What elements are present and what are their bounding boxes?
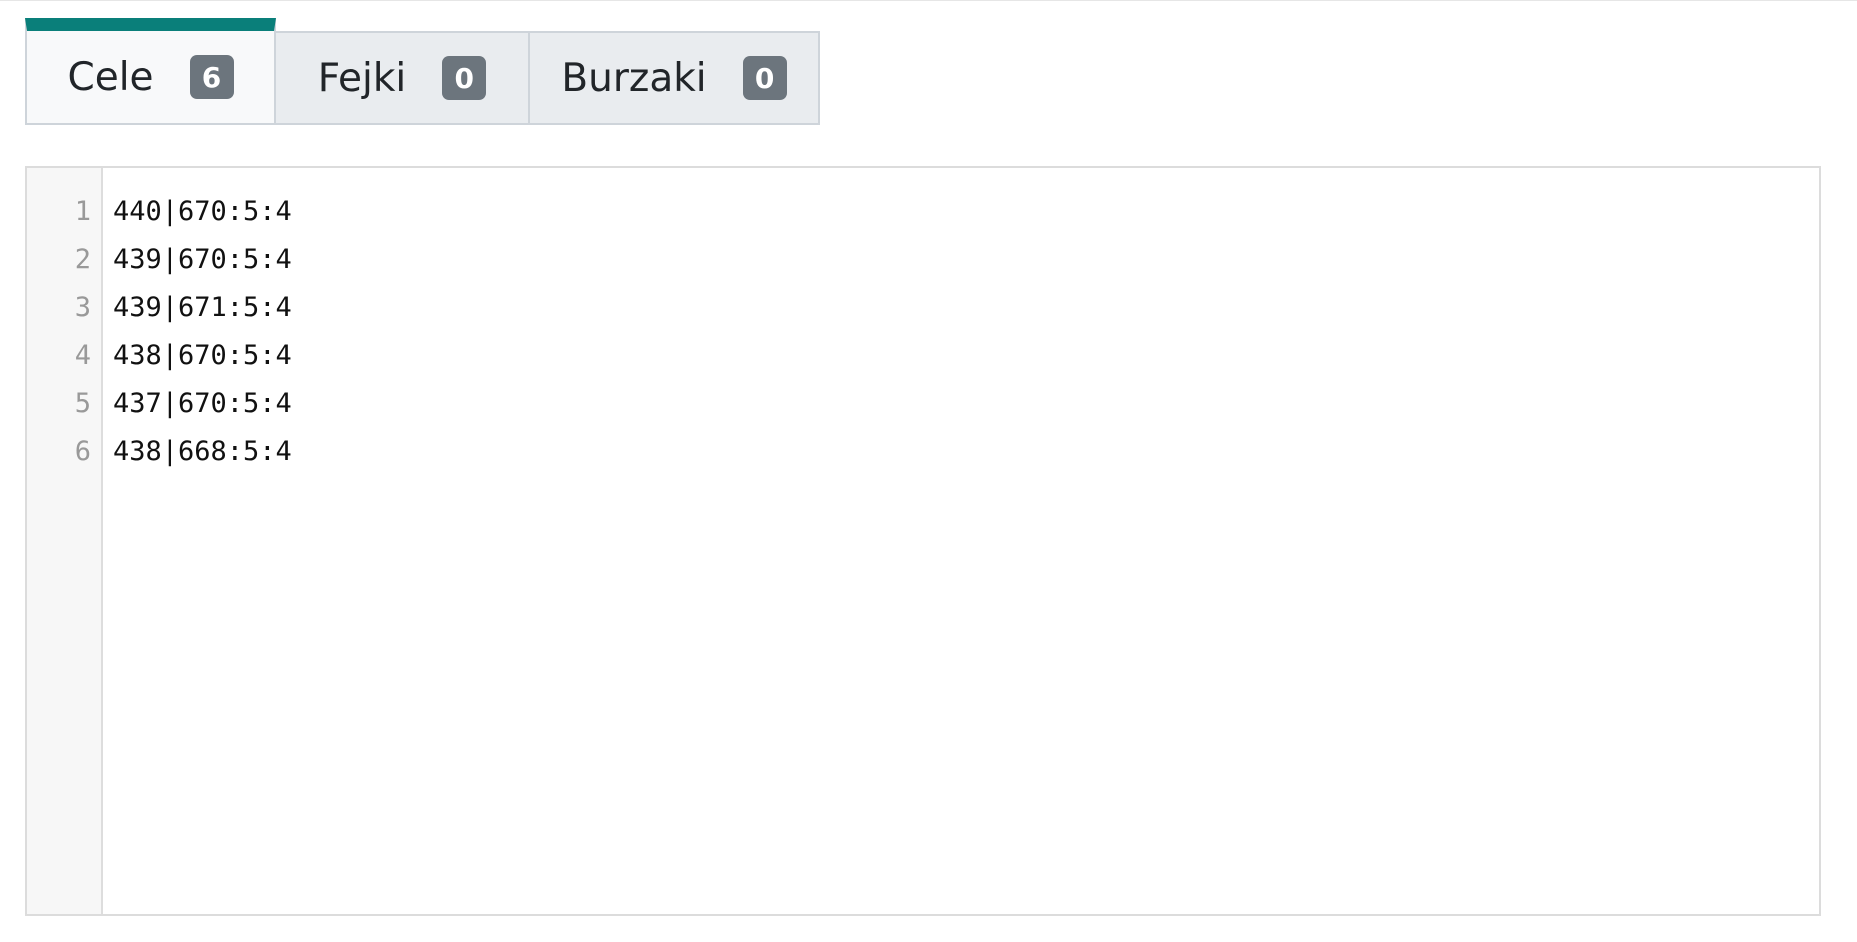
- code-line[interactable]: 438|670:5:4: [113, 332, 1819, 380]
- tab-burzaki[interactable]: Burzaki 0: [528, 31, 820, 125]
- tab-cele[interactable]: Cele 6: [25, 18, 276, 125]
- tab-bar: Cele 6 Fejki 0 Burzaki 0: [25, 18, 820, 125]
- tab-fejki[interactable]: Fejki 0: [274, 31, 530, 125]
- code-area[interactable]: 440|670:5:4 439|670:5:4 439|671:5:4 438|…: [103, 168, 1819, 914]
- line-number: 2: [74, 244, 91, 275]
- tab-label: Fejki: [317, 55, 407, 101]
- line-number: 1: [74, 196, 91, 227]
- count-badge: 0: [442, 56, 487, 100]
- code-line[interactable]: 439|670:5:4: [113, 236, 1819, 284]
- line-number: 6: [74, 436, 91, 467]
- line-number: 3: [74, 292, 91, 323]
- tab-label: Burzaki: [561, 55, 707, 101]
- count-badge: 0: [742, 56, 787, 100]
- code-line[interactable]: 440|670:5:4: [113, 188, 1819, 236]
- code-line[interactable]: 438|668:5:4: [113, 428, 1819, 476]
- code-line[interactable]: 439|671:5:4: [113, 284, 1819, 332]
- line-number: 4: [74, 340, 91, 371]
- code-editor[interactable]: 1 2 3 4 5 6 440|670:5:4 439|670:5:4 439|…: [25, 166, 1821, 916]
- line-number-gutter: 1 2 3 4 5 6: [27, 168, 103, 914]
- line-number: 5: [74, 388, 91, 419]
- tab-label: Cele: [67, 54, 154, 100]
- count-badge: 6: [189, 55, 234, 99]
- top-divider: [0, 0, 1857, 1]
- code-line[interactable]: 437|670:5:4: [113, 380, 1819, 428]
